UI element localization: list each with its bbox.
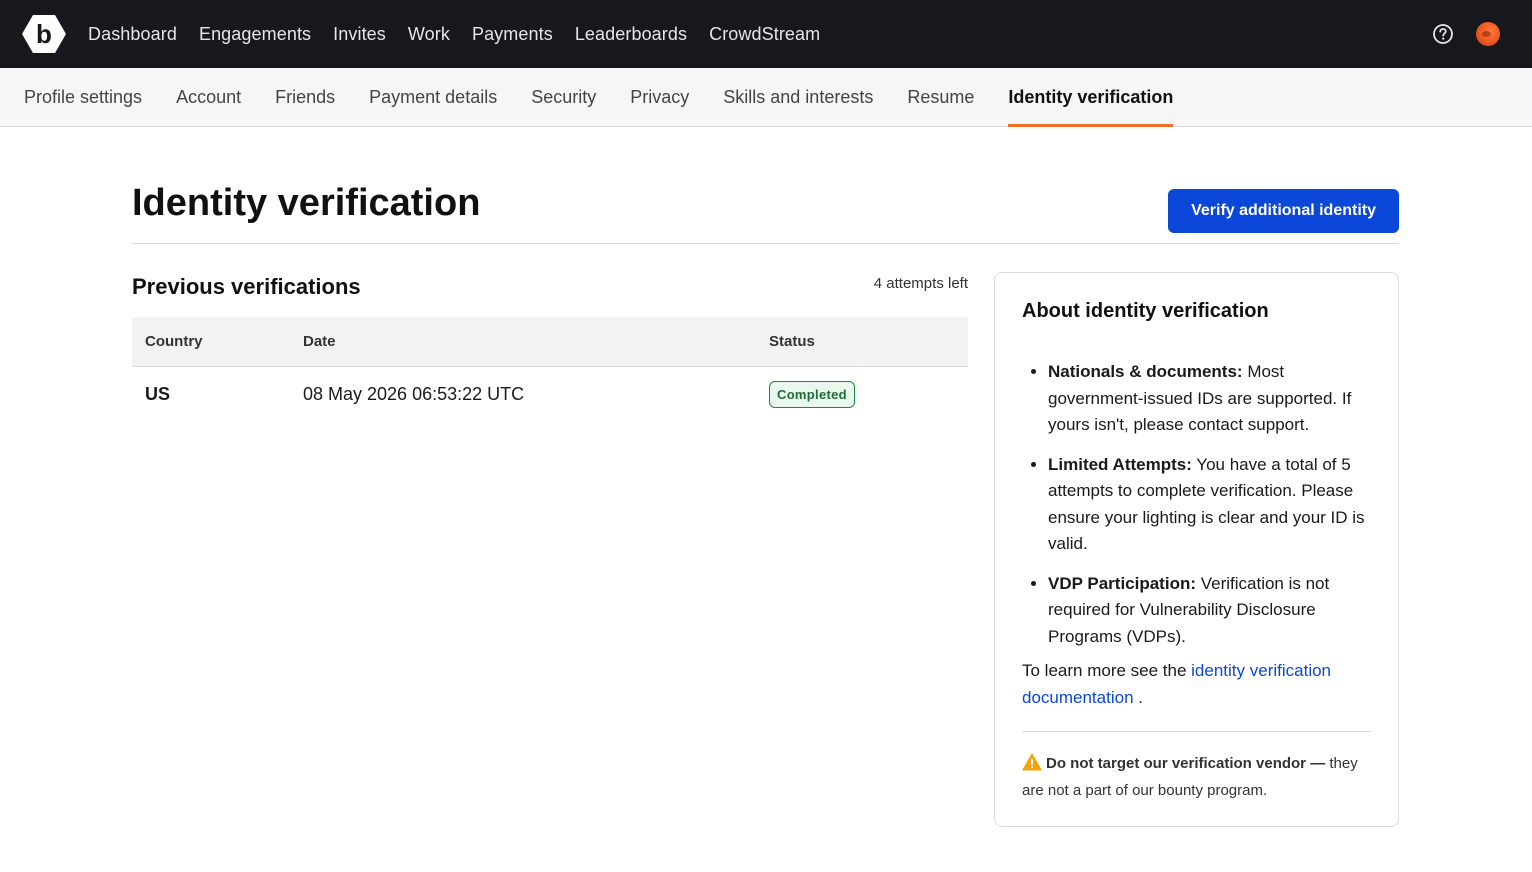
- tab-account[interactable]: Account: [176, 68, 241, 126]
- learn-more-prefix: To learn more see the: [1022, 661, 1192, 680]
- tab-payment-details[interactable]: Payment details: [369, 68, 497, 126]
- table-header-row: Country Date Status: [132, 317, 968, 366]
- verify-additional-identity-button[interactable]: Verify additional identity: [1168, 189, 1399, 233]
- bullet-label: Limited Attempts:: [1048, 454, 1192, 474]
- column-header-date: Date: [303, 332, 336, 350]
- learn-more-text: To learn more see the identity verificat…: [1022, 657, 1371, 711]
- help-icon[interactable]: [1432, 23, 1454, 45]
- page-title: Identity verification: [132, 182, 481, 224]
- card-divider: [1022, 731, 1371, 732]
- top-right-actions: [1432, 0, 1500, 68]
- section-title: Previous verifications: [132, 274, 361, 299]
- page-header: Identity verification Verify additional …: [132, 128, 1399, 244]
- about-bullet-list: Nationals & documents: Most government-i…: [1022, 359, 1371, 650]
- tab-identity-verification[interactable]: Identity verification: [1008, 68, 1174, 127]
- bugcrowd-logo-icon[interactable]: b: [22, 12, 66, 56]
- tab-skills-and-interests[interactable]: Skills and interests: [723, 68, 873, 126]
- cell-status: Completed: [756, 366, 968, 422]
- tab-profile-settings[interactable]: Profile settings: [24, 68, 142, 126]
- section-header: Previous verifications 4 attempts left: [132, 268, 968, 317]
- nav-dashboard[interactable]: Dashboard: [88, 24, 177, 45]
- top-navigation-bar: b Dashboard Engagements Invites Work Pay…: [0, 0, 1532, 68]
- previous-verifications-section: Previous verifications 4 attempts left C…: [132, 268, 968, 422]
- nav-invites[interactable]: Invites: [333, 24, 386, 45]
- nav-payments[interactable]: Payments: [472, 24, 553, 45]
- cell-date: 08 May 2026 06:53:22 UTC: [303, 383, 525, 404]
- user-avatar[interactable]: [1476, 22, 1500, 46]
- bullet-label: VDP Participation:: [1048, 573, 1196, 593]
- list-item: Nationals & documents: Most government-i…: [1048, 359, 1371, 439]
- main-nav: Dashboard Engagements Invites Work Payme…: [88, 24, 842, 45]
- cell-country: US: [145, 383, 171, 404]
- column-header-status: Status: [769, 332, 815, 350]
- verifications-table: Country Date Status US 08 May 2026 06:53…: [132, 317, 968, 422]
- tab-security[interactable]: Security: [531, 68, 596, 126]
- list-item: VDP Participation: Verification is not r…: [1048, 571, 1371, 651]
- tab-privacy[interactable]: Privacy: [630, 68, 689, 126]
- list-item: Limited Attempts: You have a total of 5 …: [1048, 452, 1371, 558]
- main-content: Identity verification Verify additional …: [132, 128, 1399, 827]
- warning-icon: [1022, 753, 1042, 779]
- nav-crowdstream[interactable]: CrowdStream: [709, 24, 820, 45]
- tab-friends[interactable]: Friends: [275, 68, 335, 126]
- table-row: US 08 May 2026 06:53:22 UTC Completed: [132, 366, 968, 422]
- nav-work[interactable]: Work: [408, 24, 450, 45]
- nav-leaderboards[interactable]: Leaderboards: [575, 24, 687, 45]
- card-title: About identity verification: [1022, 300, 1269, 322]
- nav-engagements[interactable]: Engagements: [199, 24, 311, 45]
- tab-resume[interactable]: Resume: [907, 68, 974, 126]
- column-header-country: Country: [145, 332, 203, 350]
- vendor-warning: Do not target our verification vendor — …: [1022, 752, 1371, 803]
- profile-tabs: Profile settings Account Friends Payment…: [0, 68, 1532, 127]
- svg-text:b: b: [36, 19, 52, 49]
- warning-bold-text: Do not target our verification vendor —: [1046, 755, 1326, 772]
- bullet-label: Nationals & documents:: [1048, 362, 1243, 381]
- about-identity-verification-card: About identity verification Nationals & …: [994, 272, 1399, 827]
- attempts-left-text: 4 attempts left: [873, 275, 968, 292]
- learn-more-suffix: .: [1133, 688, 1143, 707]
- status-badge: Completed: [769, 380, 855, 408]
